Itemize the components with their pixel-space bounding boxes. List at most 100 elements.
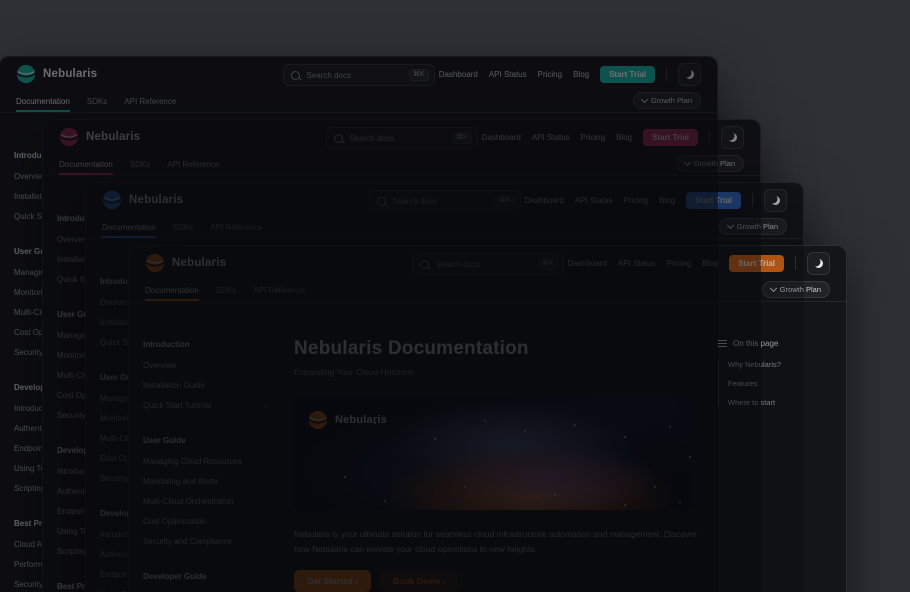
header-right-nav: Dashboard API Status Pricing Blog Start Tri… <box>439 63 701 86</box>
tab-api-reference[interactable]: API Reference <box>124 97 176 112</box>
tab-sdks[interactable]: SDKs <box>173 223 193 238</box>
start-trial-button[interactable]: Start Trial <box>729 255 784 272</box>
theme-toggle-button[interactable] <box>807 252 830 275</box>
nav-link-blog[interactable]: Blog <box>573 70 589 79</box>
growth-plan-label: Growth Plan <box>694 159 735 168</box>
sidebar-item-label: Cost Optimization <box>143 517 206 526</box>
brand[interactable]: Nebularis <box>102 190 183 210</box>
search-shortcut-badge: ⌘K <box>495 195 515 207</box>
sidebar-item-overview[interactable]: Overview <box>143 361 271 370</box>
toc-link-why-nebularis[interactable]: Why Nebularis? <box>728 360 834 369</box>
theme-toggle-button[interactable] <box>721 126 744 149</box>
sidebar-item-installation-guide[interactable]: Installation Guide <box>143 381 271 390</box>
nav-tabs-row: Documentation SDKs API Reference Growth Pl… <box>0 91 717 113</box>
search-input[interactable] <box>348 133 447 144</box>
growth-plan-button[interactable]: Growth Plan <box>633 92 701 109</box>
nav-link-blog[interactable]: Blog <box>659 196 675 205</box>
nav-link-api-status[interactable]: API Status <box>489 70 527 79</box>
search-input[interactable] <box>434 259 533 270</box>
search-input[interactable] <box>305 70 404 81</box>
brand-name: Nebularis <box>129 194 183 206</box>
tab-api-reference[interactable]: API Reference <box>253 286 305 301</box>
brand-name: Nebularis <box>172 257 226 269</box>
toc-title: On this page <box>733 339 778 348</box>
search-icon <box>377 197 386 206</box>
search-box[interactable]: ⌘K <box>369 190 521 212</box>
tab-api-reference[interactable]: API Reference <box>210 223 262 238</box>
growth-plan-label: Growth Plan <box>737 222 778 231</box>
header-right-nav: Dashboard API Status Pricing Blog Start Tri… <box>525 189 787 212</box>
start-trial-button[interactable]: Start Trial <box>686 192 741 209</box>
nebularis-logo-icon <box>145 253 165 273</box>
book-demo-button[interactable]: Book Demo › <box>380 570 458 592</box>
app-header: Nebularis ⌘K Dashboard API Status Pricing B… <box>43 120 760 154</box>
search-box[interactable]: ⌘K <box>326 127 478 149</box>
nav-link-dashboard[interactable]: Dashboard <box>482 133 521 142</box>
sidebar-item-label: Scripting <box>57 547 88 556</box>
nav-tabs-row: Documentation SDKs API Reference Growth Pl… <box>129 280 846 302</box>
search-box[interactable]: ⌘K <box>283 64 435 86</box>
nav-link-pricing[interactable]: Pricing <box>581 133 605 142</box>
list-icon <box>718 340 727 347</box>
nav-link-api-status[interactable]: API Status <box>575 196 613 205</box>
toc-link-features[interactable]: Features <box>728 379 834 388</box>
sidebar-item-monitoring-and-alerts[interactable]: Monitoring and Alerts <box>143 477 271 486</box>
tab-sdks[interactable]: SDKs <box>87 97 107 112</box>
nav-tabs: Documentation SDKs API Reference <box>16 97 176 112</box>
sidebar-item-cost-optimization[interactable]: Cost Optimization <box>143 517 271 526</box>
tab-sdks[interactable]: SDKs <box>216 286 236 301</box>
theme-toggle-button[interactable] <box>764 189 787 212</box>
growth-plan-button[interactable]: Growth Plan <box>719 218 787 235</box>
growth-plan-button[interactable]: Growth Plan <box>676 155 744 172</box>
sidebar-item-label: Overview <box>143 361 176 370</box>
nav-tabs: Documentation SDKs API Reference <box>145 286 305 301</box>
nav-tabs-row: Documentation SDKs API Reference Growth Pl… <box>86 217 803 239</box>
nebularis-logo-icon <box>59 127 79 147</box>
nav-tabs: Documentation SDKs API Reference <box>102 223 262 238</box>
window-body: IntroductionOverviewInstallation GuideQu… <box>129 302 846 592</box>
brand[interactable]: Nebularis <box>16 64 97 84</box>
intro-paragraph: Nebularis is your ultimate solution for … <box>294 527 702 557</box>
theme-toggle-button[interactable] <box>678 63 701 86</box>
cta-row: Get Started › Book Demo › <box>294 570 706 592</box>
brand[interactable]: Nebularis <box>145 253 226 273</box>
sidebar-item-multi-cloud-orchestration[interactable]: Multi-Cloud Orchestration <box>143 497 271 506</box>
sidebar: IntroductionOverviewInstallation GuideQu… <box>129 302 279 592</box>
start-trial-button[interactable]: Start Trial <box>643 129 698 146</box>
tab-documentation[interactable]: Documentation <box>16 97 70 112</box>
tab-documentation[interactable]: Documentation <box>59 160 113 175</box>
nav-link-dashboard[interactable]: Dashboard <box>525 196 564 205</box>
search-input[interactable] <box>391 196 490 207</box>
header-divider <box>709 130 710 144</box>
sidebar-item-quick-start-tutorial[interactable]: Quick Start Tutorial› <box>143 401 271 410</box>
tab-documentation[interactable]: Documentation <box>102 223 156 238</box>
nav-link-pricing[interactable]: Pricing <box>624 196 648 205</box>
search-shortcut-badge: ⌘K <box>452 132 472 144</box>
nav-link-api-status[interactable]: API Status <box>532 133 570 142</box>
nav-link-blog[interactable]: Blog <box>616 133 632 142</box>
nav-link-blog[interactable]: Blog <box>702 259 718 268</box>
brand[interactable]: Nebularis <box>59 127 140 147</box>
nav-link-dashboard[interactable]: Dashboard <box>439 70 478 79</box>
nav-tabs-row: Documentation SDKs API Reference Growth Pl… <box>43 154 760 176</box>
tab-api-reference[interactable]: API Reference <box>167 160 219 175</box>
sidebar-item-security-and-compliance[interactable]: Security and Compliance <box>143 537 271 546</box>
search-icon <box>334 134 343 143</box>
start-trial-button[interactable]: Start Trial <box>600 66 655 83</box>
nav-link-pricing[interactable]: Pricing <box>667 259 691 268</box>
nebularis-logo-icon <box>16 64 36 84</box>
nav-link-dashboard[interactable]: Dashboard <box>568 259 607 268</box>
sidebar-item-managing-cloud-resources[interactable]: Managing Cloud Resources <box>143 457 271 466</box>
toc-link-where-to-start[interactable]: Where to start <box>728 398 834 407</box>
search-box[interactable]: ⌘K <box>412 253 564 275</box>
tab-sdks[interactable]: SDKs <box>130 160 150 175</box>
brand-name: Nebularis <box>43 68 97 80</box>
nav-link-pricing[interactable]: Pricing <box>538 70 562 79</box>
growth-plan-button[interactable]: Growth Plan <box>762 281 830 298</box>
page-subtitle: Expanding Your Cloud Horizons <box>294 367 706 377</box>
chevron-right-icon: › <box>264 401 267 410</box>
nav-link-api-status[interactable]: API Status <box>618 259 656 268</box>
tab-documentation[interactable]: Documentation <box>145 286 199 301</box>
get-started-button[interactable]: Get Started › <box>294 570 371 592</box>
search-icon <box>291 71 300 80</box>
